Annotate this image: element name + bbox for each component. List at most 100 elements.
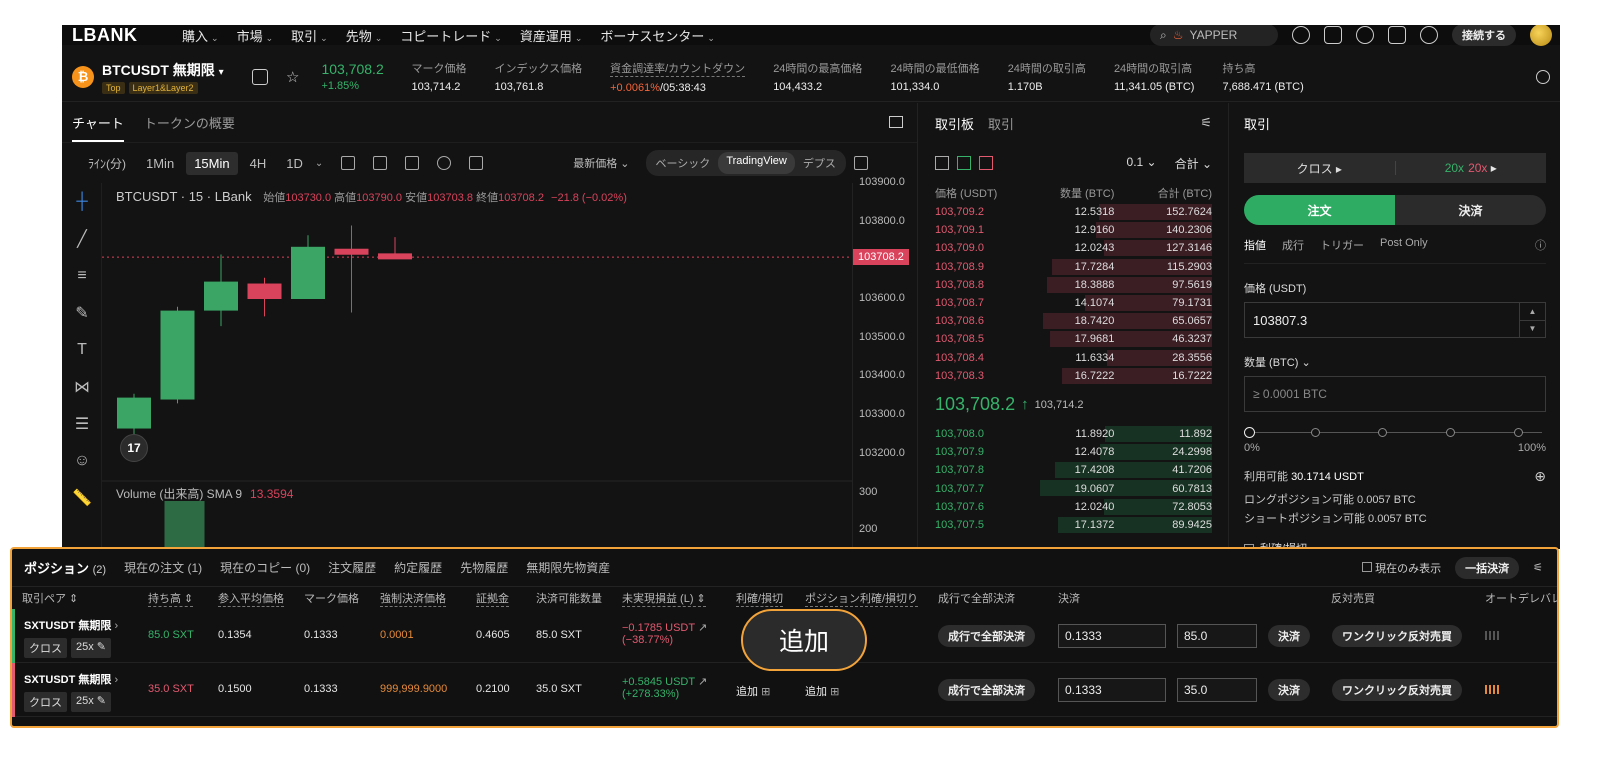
ask-row[interactable]: 103,709.2 12.5318 152.7624: [919, 203, 1228, 221]
reverse-position-button[interactable]: ワンクリック反対売買: [1332, 679, 1462, 701]
add-position-tpsl-button[interactable]: 追加 ⊞: [805, 683, 839, 699]
position-pair[interactable]: SXTUSDT 無期限 › クロス 25x ✎: [24, 617, 118, 658]
bid-row[interactable]: 103,707.8 17.4208 41.7206: [919, 461, 1228, 479]
trendline-icon[interactable]: ╱: [62, 220, 102, 257]
tf-line[interactable]: ﾗｲﾝ(分): [80, 151, 134, 176]
tab-orderbook[interactable]: 取引板: [935, 114, 974, 133]
nav-copy-trade[interactable]: コピートレード ⌄: [400, 26, 502, 45]
logo[interactable]: LBANK: [72, 25, 182, 46]
orders-icon[interactable]: [1388, 26, 1406, 44]
view-both-icon[interactable]: [935, 156, 949, 170]
bid-row[interactable]: 103,707.6 12.0240 72.8053: [919, 498, 1228, 516]
star-icon[interactable]: ☆: [286, 68, 299, 86]
close-qty-input[interactable]: 35.0: [1177, 678, 1257, 702]
tab-order-history[interactable]: 注文履歴: [328, 559, 376, 576]
market-close-all-button[interactable]: 成行で全部決済: [938, 679, 1035, 701]
ask-row[interactable]: 103,708.4 11.6334 28.3556: [919, 349, 1228, 367]
ask-row[interactable]: 103,708.9 17.7284 115.2903: [919, 258, 1228, 276]
search-input[interactable]: ⌕ ♨ YAPPER: [1150, 25, 1278, 46]
view-tradingview[interactable]: TradingView: [718, 152, 795, 174]
book-icon[interactable]: [252, 68, 268, 85]
indicator-icon[interactable]: [341, 156, 356, 170]
download-icon[interactable]: [1292, 26, 1310, 44]
expand-icon[interactable]: [889, 116, 903, 128]
brush-icon[interactable]: ✎: [62, 294, 102, 331]
leverage-chip[interactable]: 25x ✎: [71, 692, 112, 712]
help-icon[interactable]: ⓘ: [1535, 237, 1546, 253]
nav-trade[interactable]: 取引 ⌄: [291, 26, 328, 45]
tf-4h[interactable]: 4H: [242, 152, 275, 175]
nav-buy[interactable]: 購入 ⌄: [182, 26, 219, 45]
close-all-button[interactable]: 一括決済: [1455, 556, 1520, 579]
text-icon[interactable]: T: [62, 331, 102, 368]
nav-market[interactable]: 市場 ⌄: [237, 26, 274, 45]
qty-slider[interactable]: [1244, 427, 1546, 438]
price-axis[interactable]: 103900.0103800.0103700.0103600.0103500.0…: [852, 176, 918, 549]
view-depth[interactable]: デプス: [795, 152, 844, 174]
leverage-select[interactable]: 20x 20x ▸: [1394, 161, 1547, 175]
share-icon[interactable]: ↗: [698, 676, 707, 688]
show-current-checkbox[interactable]: 現在のみ表示: [1362, 560, 1441, 576]
bid-row[interactable]: 103,707.9 12.4078 24.2998: [919, 443, 1228, 461]
close-qty-input[interactable]: 85.0: [1177, 624, 1257, 648]
ask-row[interactable]: 103,708.3 16.7222 16.7222: [919, 367, 1228, 385]
fullscreen-icon[interactable]: [853, 156, 868, 170]
position-pair[interactable]: SXTUSDT 無期限 › クロス 25x ✎: [24, 671, 118, 712]
share-icon[interactable]: ↗: [698, 622, 707, 634]
qty-input[interactable]: ≥ 0.0001 BTC: [1244, 376, 1546, 412]
settings-sliders-icon[interactable]: ⚟: [1533, 561, 1543, 574]
add-tpsl-button[interactable]: 追加 ⊞: [736, 683, 770, 699]
candle-body[interactable]: [291, 246, 325, 299]
tab-token-overview[interactable]: トークンの概要: [144, 113, 235, 132]
total-mode-select[interactable]: 合計 ⌄: [1175, 155, 1212, 172]
pattern-icon[interactable]: ⋈: [62, 368, 102, 405]
ask-row[interactable]: 103,708.5 17.9681 46.3237: [919, 330, 1228, 348]
tab-futures-assets[interactable]: 無期限先物資産: [526, 559, 610, 576]
reverse-position-button[interactable]: ワンクリック反対売買: [1332, 625, 1462, 647]
bid-row[interactable]: 103,707.5 17.1372 89.9425: [919, 516, 1228, 534]
candle-body[interactable]: [247, 283, 282, 299]
emoji-icon[interactable]: ☺: [62, 442, 102, 479]
bell-icon[interactable]: [1356, 26, 1374, 44]
tag-category[interactable]: Layer1&Layer2: [128, 81, 198, 94]
ask-row[interactable]: 103,709.0 12.0243 127.3146: [919, 239, 1228, 257]
qty-label[interactable]: 数量 (BTC) ⌄: [1244, 354, 1546, 370]
price-stepper[interactable]: ▲ ▼: [1519, 303, 1545, 337]
settings-sliders-icon[interactable]: ⚟: [1200, 115, 1212, 131]
tab-chart[interactable]: チャート: [72, 113, 124, 142]
view-bids-icon[interactable]: [957, 156, 971, 170]
tab-positions[interactable]: ポジション (2): [24, 558, 106, 577]
camera-icon[interactable]: [469, 156, 484, 170]
nav-bonus[interactable]: ボーナスセンター ⌄: [600, 26, 715, 45]
wallet-icon[interactable]: [1324, 26, 1342, 44]
nav-earn[interactable]: 資産運用 ⌄: [520, 26, 583, 45]
tf-1d[interactable]: 1D: [278, 152, 311, 175]
tradingview-logo[interactable]: 17: [120, 434, 148, 462]
tf-15min[interactable]: 15Min: [186, 151, 238, 175]
view-asks-icon[interactable]: [979, 156, 993, 170]
view-basic[interactable]: ベーシック: [648, 152, 719, 174]
candle-body[interactable]: [160, 310, 195, 400]
nav-futures[interactable]: 先物 ⌄: [346, 26, 383, 45]
close-button[interactable]: 決済: [1268, 679, 1310, 701]
crosshair-icon[interactable]: ┼: [62, 183, 102, 220]
tf-1min[interactable]: 1Min: [138, 152, 182, 175]
market-close-all-button[interactable]: 成行で全部決済: [938, 625, 1035, 647]
tick-size-select[interactable]: 0.1 ⌄: [1127, 155, 1157, 172]
order-type-market[interactable]: 成行: [1282, 237, 1304, 253]
bid-row[interactable]: 103,708.0 11.8920 11.892: [919, 425, 1228, 443]
leverage-chip[interactable]: 25x ✎: [71, 638, 112, 658]
pair-selector[interactable]: BTCUSDT 無期限 ▾ Top Layer1&Layer2: [102, 60, 242, 94]
ask-row[interactable]: 103,708.8 18.3888 97.5619: [919, 276, 1228, 294]
chart-settings-icon[interactable]: [437, 156, 452, 170]
open-tab[interactable]: 注文: [1244, 195, 1395, 225]
study-icon[interactable]: [405, 156, 420, 170]
ask-row[interactable]: 103,708.7 14.1074 79.1731: [919, 294, 1228, 312]
close-button[interactable]: 決済: [1268, 625, 1310, 647]
avatar[interactable]: [1530, 25, 1552, 46]
close-tab[interactable]: 決済: [1395, 195, 1546, 225]
ruler-icon[interactable]: 📏: [62, 479, 102, 516]
candle-body[interactable]: [204, 281, 238, 311]
close-price-input[interactable]: 0.1333: [1058, 624, 1166, 648]
bid-row[interactable]: 103,707.7 19.0607 60.7813: [919, 479, 1228, 497]
